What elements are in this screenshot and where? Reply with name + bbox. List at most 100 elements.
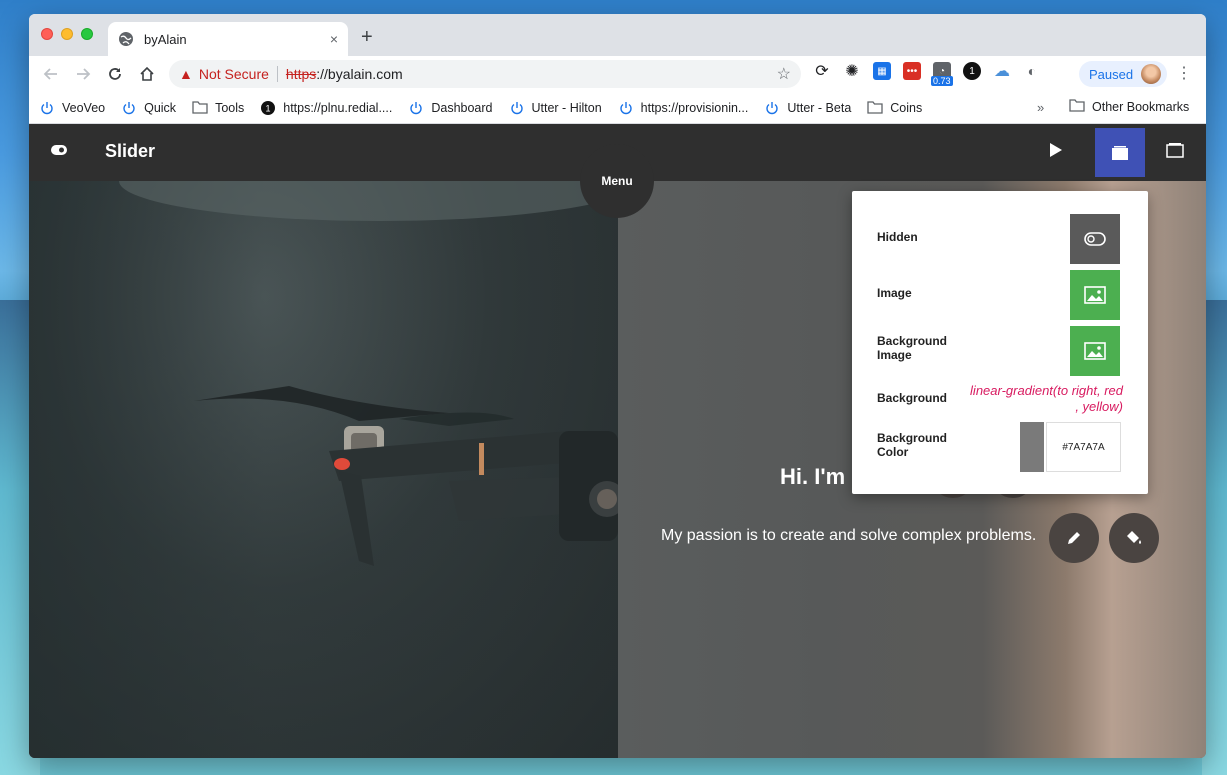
paint-button[interactable]	[1109, 513, 1159, 563]
speed-extension-icon[interactable]: ◔ 0.73	[931, 62, 953, 86]
bookmark-item[interactable]: https://provisionin...	[618, 100, 749, 116]
bookmark-label: Dashboard	[431, 100, 493, 115]
warning-icon: ▲	[179, 66, 193, 82]
menu-button[interactable]: Menu	[580, 144, 654, 218]
background-color-label-line1: Background	[877, 431, 948, 445]
home-button[interactable]	[133, 60, 161, 88]
other-bookmarks-label: Other Bookmarks	[1092, 100, 1190, 114]
avatar	[1141, 64, 1162, 84]
maximize-window-button[interactable]	[81, 28, 93, 40]
image-icon	[1084, 286, 1106, 304]
tab-title: byAlain	[144, 31, 187, 47]
edit-button[interactable]	[1049, 513, 1099, 563]
web-page: Slider Menu Hi. I'm My passion is to cre…	[29, 124, 1206, 758]
lastpass-extension-icon[interactable]: •••	[903, 62, 921, 80]
bookmark-label: Utter - Hilton	[531, 100, 602, 115]
image-button[interactable]	[1070, 270, 1120, 320]
pencil-icon	[1068, 532, 1080, 544]
browser-toolbar: ▲ Not Secure https ://byalain.com ☆ ⟳ ✺ …	[29, 56, 1206, 92]
bookmark-label: https://provisionin...	[640, 100, 749, 115]
globe-icon	[119, 32, 133, 46]
arrow-left-icon	[43, 68, 57, 80]
power-icon	[618, 100, 634, 116]
power-icon	[764, 100, 780, 116]
hidden-label: Hidden	[877, 230, 918, 244]
bookmark-label: VeoVeo	[62, 100, 106, 115]
bookmark-item[interactable]: VeoVeo	[39, 100, 105, 116]
palette-extension-icon[interactable]: ✺	[843, 62, 861, 80]
profile-status: Paused	[1089, 66, 1134, 82]
power-icon	[39, 100, 55, 116]
address-separator	[276, 66, 278, 82]
bookmark-item[interactable]: Utter - Hilton	[509, 100, 602, 116]
forward-button[interactable]	[69, 60, 97, 88]
bookmark-item[interactable]: Dashboard	[408, 100, 493, 116]
background-label: Background	[877, 391, 948, 405]
bookmark-item[interactable]: Coins	[867, 100, 922, 116]
bookmark-label: Utter - Beta	[787, 100, 852, 115]
bookmark-label: Coins	[890, 100, 923, 115]
drone-illustration	[119, 181, 618, 566]
bookmarks-overflow-button[interactable]: »	[1037, 100, 1044, 115]
profile-button[interactable]: Paused	[1079, 61, 1168, 87]
image-icon	[1084, 342, 1106, 360]
drone-image	[29, 181, 618, 758]
sync-extension-icon[interactable]: ⟳	[813, 62, 831, 80]
extension-icons: ⟳ ✺ ▦ ••• ◔ 0.73 1 ☁ ◐	[813, 62, 1041, 86]
slide-icon	[1112, 145, 1128, 160]
address-bar[interactable]: ▲ Not Secure https ://byalain.com ☆	[169, 60, 801, 88]
paint-bucket-icon	[1127, 531, 1141, 544]
hidden-toggle-button[interactable]	[1070, 214, 1120, 264]
hero-subtitle: My passion is to create and solve comple…	[661, 527, 1037, 544]
style-panel: Hidden Image Background Image Background…	[852, 191, 1148, 494]
background-image-label-line1: Background	[877, 334, 948, 348]
url-scheme: https	[285, 66, 317, 82]
toggle-off-icon	[1084, 232, 1106, 246]
security-status[interactable]: Not Secure	[199, 66, 269, 82]
reload-icon	[109, 68, 121, 80]
hero-title: Hi. I'm	[780, 464, 846, 489]
reload-button[interactable]	[101, 60, 129, 88]
home-icon	[140, 66, 154, 81]
close-tab-button[interactable]: ×	[330, 31, 338, 47]
frame-icon[interactable]	[1166, 142, 1184, 158]
play-icon[interactable]	[1049, 142, 1063, 158]
folder-icon	[192, 100, 208, 116]
grid-extension-icon[interactable]: ▦	[873, 62, 891, 80]
color-swatch[interactable]	[1020, 422, 1044, 472]
browser-tab[interactable]: byAlain ×	[108, 22, 348, 56]
browser-window: byAlain × + ▲ Not Secure https ://byalai…	[29, 14, 1206, 758]
close-window-button[interactable]	[41, 28, 53, 40]
cloud-extension-icon[interactable]: ☁	[993, 62, 1011, 80]
slide-view-button[interactable]	[1095, 128, 1145, 177]
folder-icon	[1069, 99, 1085, 115]
background-image-button[interactable]	[1070, 326, 1120, 376]
background-value[interactable]: linear-gradient(to right, red , yellow)	[963, 383, 1123, 415]
tab-strip: byAlain × +	[29, 14, 1206, 56]
new-tab-button[interactable]: +	[361, 27, 373, 47]
arrow-right-icon	[77, 68, 91, 80]
bookmark-star-icon[interactable]: ☆	[777, 64, 791, 84]
folder-icon	[867, 100, 883, 116]
color-hex-input[interactable]: #7A7A7A	[1046, 422, 1121, 472]
url-host: ://byalain.com	[316, 66, 403, 82]
bookmark-item[interactable]: Utter - Beta	[764, 100, 851, 116]
bookmark-item[interactable]: Quick	[121, 100, 176, 116]
minimize-window-button[interactable]	[61, 28, 73, 40]
background-image-label-line2: Image	[877, 348, 912, 362]
bookmark-item[interactable]: Tools	[192, 100, 244, 116]
back-button[interactable]	[37, 60, 65, 88]
background-color-label-line2: Color	[877, 445, 909, 459]
image-label: Image	[877, 286, 912, 300]
other-bookmarks[interactable]: Other Bookmarks	[1069, 99, 1189, 115]
window-controls	[41, 28, 93, 40]
onepassword-extension-icon[interactable]: 1	[963, 62, 981, 80]
power-icon	[509, 100, 525, 116]
power-icon	[121, 100, 137, 116]
toggle-icon[interactable]	[51, 145, 67, 155]
circle-extension-icon[interactable]: ◐	[1023, 62, 1041, 80]
bookmark-item[interactable]: 1 https://plnu.redial....	[260, 100, 392, 116]
more-menu-icon[interactable]: ⋮	[1176, 65, 1192, 83]
extension-badge: 0.73	[931, 76, 953, 86]
background-image-label: Background Image	[877, 334, 947, 362]
